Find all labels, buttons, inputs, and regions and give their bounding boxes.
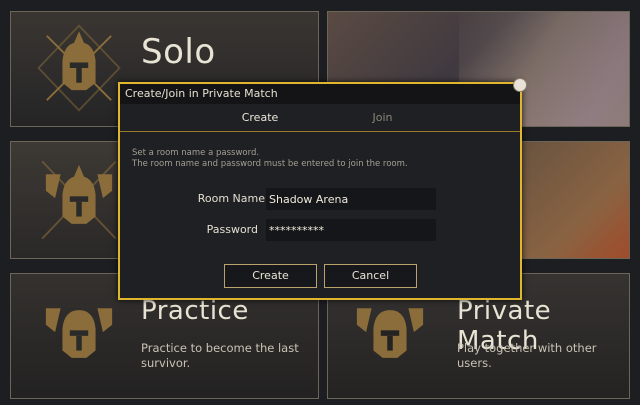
create-button[interactable]: Create xyxy=(224,264,317,288)
tab-create[interactable]: Create xyxy=(190,104,330,131)
private-match-dialog: Create/Join in Private Match Create Join… xyxy=(118,78,527,300)
helmet-banners-emblem-icon xyxy=(45,308,113,358)
practice-description: Practice to become the last survivor. xyxy=(141,341,299,370)
instructions: Set a room name a password. The room nam… xyxy=(132,148,408,170)
password-label: Password xyxy=(206,223,258,236)
room-name-input[interactable] xyxy=(266,188,436,210)
room-name-label: Room Name xyxy=(197,192,265,205)
instruction-line-1: Set a room name a password. xyxy=(132,148,260,158)
helmet-crossed-swords-emblem-icon xyxy=(37,24,121,112)
dialog-tabs: Create Join xyxy=(120,104,520,132)
cancel-button[interactable]: Cancel xyxy=(324,264,417,288)
dialog-title: Create/Join in Private Match xyxy=(120,84,520,104)
helmet-banners-emblem-icon xyxy=(356,308,424,358)
solo-title: Solo xyxy=(141,32,216,72)
close-icon[interactable] xyxy=(513,78,527,92)
private-match-description: Play together with other users. xyxy=(457,341,597,370)
password-input[interactable] xyxy=(266,219,436,241)
helmet-banners-emblem-icon xyxy=(41,160,117,240)
instruction-line-2: The room name and password must be enter… xyxy=(132,159,408,169)
practice-title: Practice xyxy=(141,296,249,326)
tab-join[interactable]: Join xyxy=(320,104,445,131)
